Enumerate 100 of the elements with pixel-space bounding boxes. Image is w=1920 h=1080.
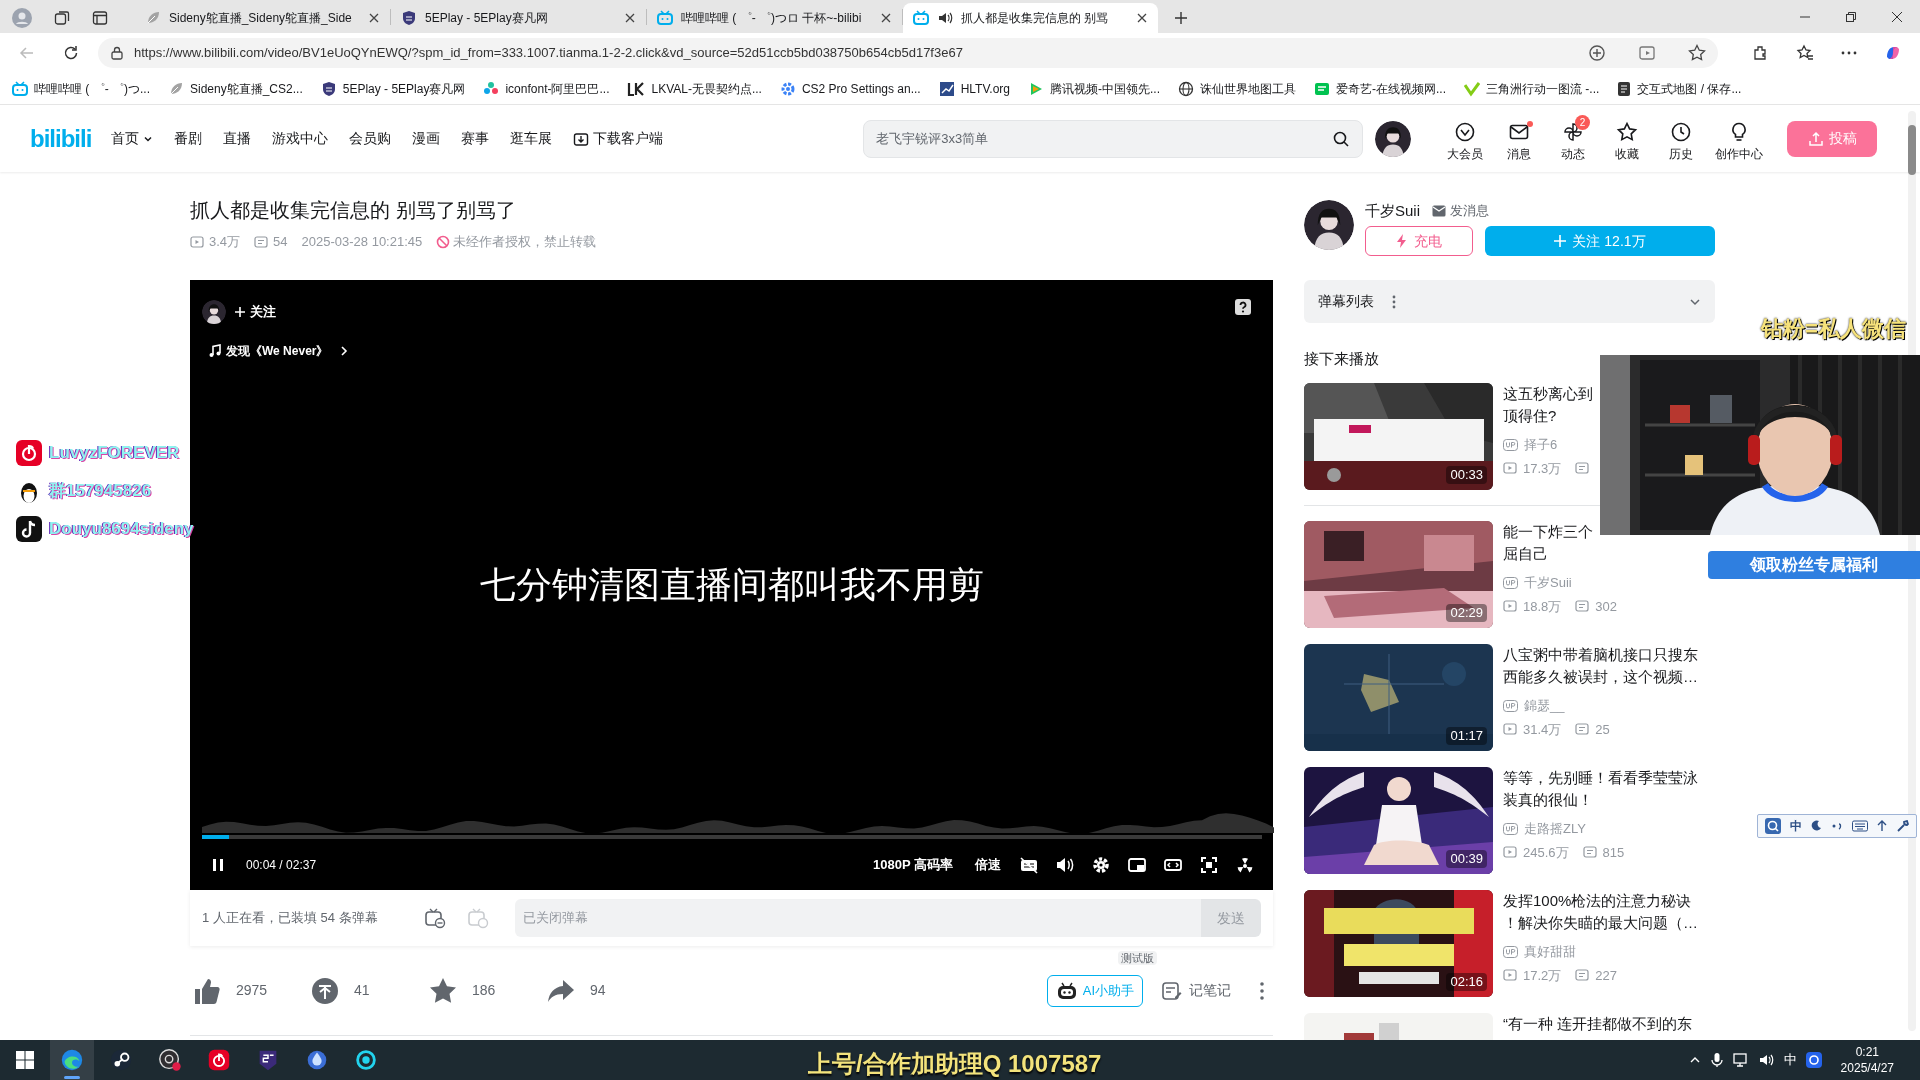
translate-icon[interactable] xyxy=(1588,44,1606,62)
bookmark[interactable]: 腾讯视频-中国领先... xyxy=(1026,75,1163,102)
bookmark[interactable]: 三角洲行动一图流 -... xyxy=(1462,75,1602,102)
follow-button[interactable]: 关注 xyxy=(234,302,276,322)
nav-link[interactable]: 漫画 xyxy=(412,128,441,149)
uploader-name[interactable]: 千岁Suii xyxy=(1365,199,1420,223)
up-icon xyxy=(1503,822,1518,835)
bookmark[interactable]: 哔哩哔哩 ( ゜- ゜)つ... xyxy=(10,75,152,102)
quality-selector[interactable]: 1080P 高码率 xyxy=(873,855,953,875)
close-icon[interactable] xyxy=(368,12,380,24)
search-icon[interactable] xyxy=(1332,129,1351,148)
more-icon[interactable] xyxy=(1392,294,1396,309)
close-icon[interactable] xyxy=(880,12,892,24)
browser-tab[interactable]: 哔哩哔哩 ( ゜- ゜)つロ 干杯~-bilibi xyxy=(647,3,902,33)
bookmark[interactable]: HLTV.org xyxy=(936,75,1013,102)
favorite-star-icon[interactable] xyxy=(1688,44,1706,62)
favorite-button[interactable]: 186 xyxy=(428,975,546,1006)
bookmark[interactable]: 诛仙世界地图工具 xyxy=(1176,75,1299,102)
video-title-link[interactable]: 能一下炸三个 xyxy=(1503,521,1593,543)
like-button[interactable]: 2975 xyxy=(192,975,310,1006)
play-count-icon xyxy=(190,234,204,249)
taskbar-app[interactable] xyxy=(50,1040,94,1080)
favorites-icon xyxy=(1796,44,1814,62)
clock[interactable]: 0:21 2025/4/27 xyxy=(1840,1044,1894,1076)
danmaku-list-panel[interactable]: 弹幕列表 xyxy=(1304,280,1715,323)
header-menu-item[interactable]: 动态 2 xyxy=(1553,114,1593,163)
view-count: 17.2万 xyxy=(1523,966,1562,985)
bookmark[interactable]: 5EPlay - 5EPlay赛凡网 xyxy=(318,75,468,102)
header-menu-item[interactable]: 收藏 xyxy=(1607,114,1647,163)
app-tray-icon[interactable] xyxy=(1804,1051,1823,1069)
nav-link[interactable]: 直播 xyxy=(223,128,252,149)
danmaku-icon xyxy=(1582,845,1597,860)
header-menu-item[interactable]: 创作中心 xyxy=(1715,114,1763,163)
more-icon[interactable] xyxy=(1259,980,1265,1001)
nav-link[interactable]: 首页 xyxy=(111,128,154,149)
header-menu-item[interactable]: 大会员 xyxy=(1445,114,1485,163)
bookmark[interactable]: LKVAL-无畏契约点... xyxy=(625,75,764,102)
music-note-icon xyxy=(208,344,222,358)
bookmark[interactable]: CS2 Pro Settings an... xyxy=(777,75,923,102)
danmaku-toggle-icon[interactable] xyxy=(424,907,446,929)
speaker-icon[interactable] xyxy=(937,10,953,26)
video-title-link[interactable]: ！解决你失瞄的最大问题（… xyxy=(1503,912,1698,934)
close-icon[interactable] xyxy=(1136,12,1148,24)
up-icon xyxy=(1503,438,1518,451)
share-button[interactable]: 94 xyxy=(546,975,664,1006)
beta-badge: 测试版 xyxy=(1118,950,1157,965)
header-menu-item[interactable]: 历史 xyxy=(1661,114,1701,163)
network-icon[interactable] xyxy=(1731,1052,1750,1068)
nav-link[interactable]: 会员购 xyxy=(349,128,392,149)
workspaces-icon[interactable] xyxy=(54,10,70,26)
star-icon xyxy=(1616,120,1638,143)
nav-link[interactable]: 赛事 xyxy=(461,128,490,149)
danmaku-count: 227 xyxy=(1595,966,1617,985)
coin-button[interactable]: 41 xyxy=(310,975,428,1006)
address-bar[interactable]: https://www.bilibili.com/video/BV1eUoQYnEWQ/?spm_id_from=333.1007.tianma.1-2-2.click&vd_source=52d51ccb5bd038750b654cb5d17f3e67 xyxy=(98,38,1718,68)
search-field[interactable]: 老飞宇锐评3x3简单 xyxy=(863,119,1364,158)
bookmark[interactable]: 交互式地图 / 保存... xyxy=(1615,75,1744,102)
video-title-link[interactable]: 顶得住? xyxy=(1503,405,1557,427)
speed-selector[interactable]: 倍速 xyxy=(975,855,1001,875)
close-icon[interactable] xyxy=(624,12,636,24)
video-title-link[interactable]: 八宝粥中带着脑机接口只搜东 xyxy=(1503,644,1698,666)
danmaku-icon xyxy=(1575,722,1590,737)
fan-benefits-button[interactable]: 领取粉丝专属福利 xyxy=(1708,551,1920,579)
browser-tab[interactable]: Sideny鸵直播_Sideny鸵直播_Side xyxy=(135,3,390,33)
video-duration: 02:29 xyxy=(1446,604,1487,622)
video-title-link[interactable]: 等等，先别睡！看看季莹莹泳 xyxy=(1503,767,1698,789)
tab-actions-icon[interactable] xyxy=(92,10,108,26)
bookmark[interactable]: 爱奇艺-在线视频网... xyxy=(1312,75,1449,102)
nav-link[interactable]: 下载客户端 xyxy=(573,128,664,149)
help-icon[interactable] xyxy=(1234,298,1252,316)
bookmark[interactable]: iconfont-阿里巴巴... xyxy=(481,75,612,102)
video-title-link[interactable]: 这五秒离心到 xyxy=(1503,383,1593,405)
subtitle: 七分钟清图直播间都叫我不用剪 xyxy=(478,563,985,607)
bookmark[interactable]: Sideny鸵直播_CS2... xyxy=(166,75,305,102)
input-method[interactable]: 中 xyxy=(1783,1050,1797,1070)
nav-link[interactable]: 番剧 xyxy=(174,128,203,149)
volume-icon[interactable] xyxy=(1757,1052,1776,1068)
note-app-icon xyxy=(15,515,43,543)
tv-icon xyxy=(12,80,28,97)
music-link[interactable]: 发现《We Never》 xyxy=(208,342,351,360)
nav-link[interactable]: 游戏中心 xyxy=(272,128,329,149)
header-menu-item[interactable]: 消息 xyxy=(1499,114,1539,163)
video-title-link[interactable]: 屈自己 xyxy=(1503,543,1548,565)
coin-icon xyxy=(310,975,340,1006)
ime-toolbar[interactable]: 中 xyxy=(1757,814,1917,838)
video-title-link[interactable]: 装真的很仙！ xyxy=(1503,789,1593,811)
microphone-icon[interactable] xyxy=(1709,1052,1724,1068)
uploader-avatar xyxy=(1304,200,1354,250)
plus-icon xyxy=(1554,235,1567,247)
message-link[interactable]: 发消息 xyxy=(1432,201,1489,221)
video-title-link[interactable]: 西能多久被误封，这个视频… xyxy=(1503,666,1698,688)
app-icon[interactable] xyxy=(1638,44,1656,62)
video-title-link[interactable]: 发挥100%枪法的注意力秘诀 xyxy=(1503,890,1692,912)
nav-link[interactable]: 逛车展 xyxy=(510,128,553,149)
progress-bar[interactable] xyxy=(202,835,1262,839)
browser-tab[interactable]: 5EPlay - 5EPlay赛凡网 xyxy=(391,3,646,33)
browser-tab[interactable]: 抓人都是收集完信息的 别骂 xyxy=(903,3,1158,33)
notes-button[interactable]: 记笔记 xyxy=(1161,979,1231,1002)
video-title-link[interactable]: “有一种 连开挂都做不到的东 xyxy=(1503,1013,1693,1035)
punctuation-icon xyxy=(1830,820,1843,832)
